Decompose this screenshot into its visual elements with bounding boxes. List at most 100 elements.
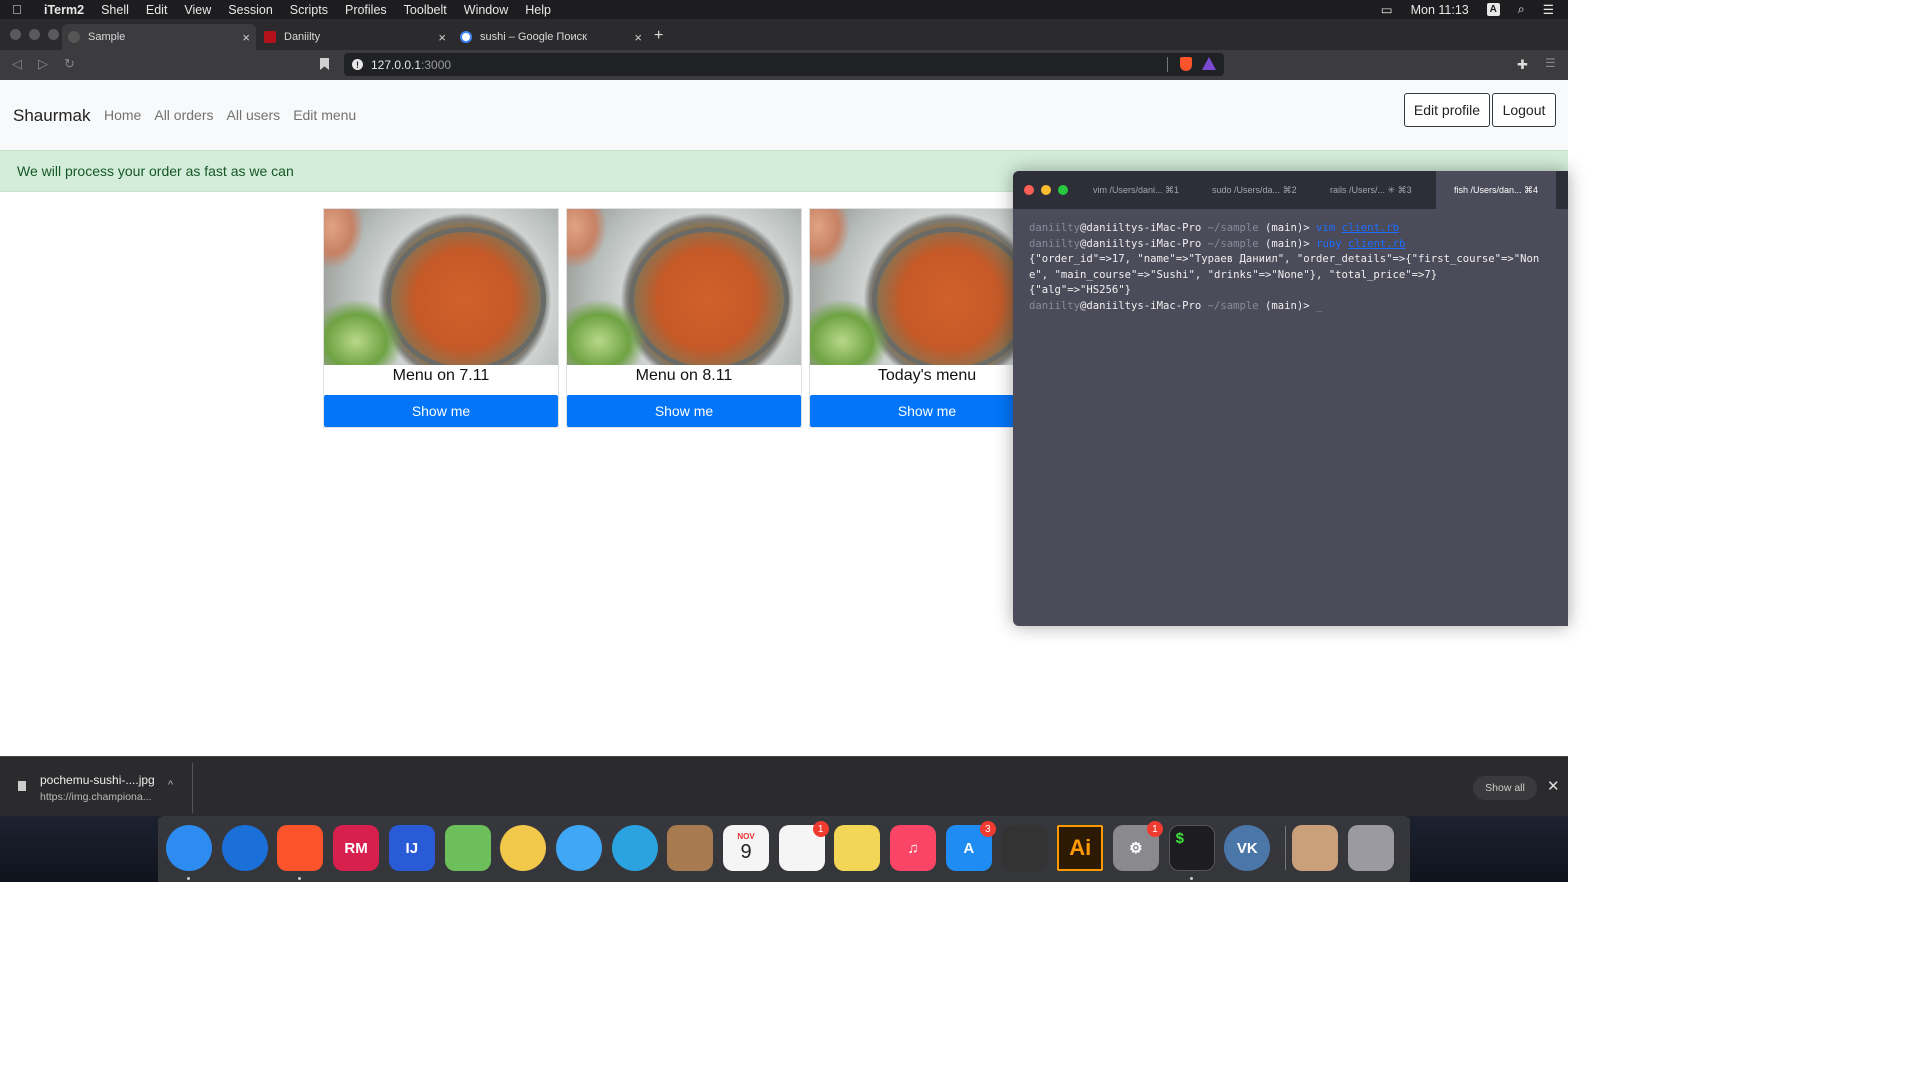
menu-profiles[interactable]: Profiles	[345, 3, 387, 17]
nav-link-home[interactable]: Home	[104, 107, 141, 123]
site-nav-links: Home All orders All users Edit menu	[104, 107, 356, 123]
telegram-app-icon[interactable]	[611, 825, 658, 871]
menu-edit[interactable]: Edit	[146, 3, 168, 17]
minimize-window-button[interactable]	[29, 29, 40, 40]
close-tab-icon[interactable]: ×	[634, 30, 642, 45]
download-filename[interactable]: pochemu-sushi-....jpg	[40, 773, 155, 787]
iterm-tab-fish[interactable]: fish /Users/dan... ⌘4	[1436, 171, 1556, 209]
terminal-output-line: {"alg"=>"HS256"}	[1029, 284, 1132, 296]
minimize-window-button[interactable]	[1041, 185, 1051, 195]
brave-rewards-icon[interactable]	[1202, 57, 1216, 70]
zoom-window-button[interactable]	[1058, 185, 1068, 195]
menu-shell[interactable]: Shell	[101, 3, 129, 17]
reminders-app-icon[interactable]: 1	[778, 821, 829, 871]
music-app-icon[interactable]: ♫	[890, 825, 937, 871]
brave-app-icon[interactable]	[277, 825, 324, 871]
photos-app-icon[interactable]	[500, 825, 547, 871]
dock: RM IJ NOV 9 1 ♫ A 3 Ai ⚙ 1 $ VK	[158, 816, 1410, 882]
browser-menu-icon[interactable]: ☰	[1545, 56, 1556, 70]
tab-daniilty[interactable]: Daniilty ×	[258, 24, 452, 50]
nav-link-all-users[interactable]: All users	[227, 107, 281, 123]
menu-session[interactable]: Session	[228, 3, 272, 17]
brave-shields-icon[interactable]	[1180, 57, 1192, 71]
close-window-button[interactable]	[1024, 185, 1034, 195]
download-shelf: pochemu-sushi-....jpg https://img.champi…	[0, 756, 1568, 817]
iterm-tab-label: fish /Users/dan...	[1453, 185, 1522, 195]
show-me-button[interactable]: Show me	[324, 395, 558, 427]
contacts-app-icon[interactable]	[667, 825, 714, 871]
menu-view[interactable]: View	[184, 3, 211, 17]
menubar-clock[interactable]: Mon 11:13	[1411, 3, 1469, 17]
iterm-tab-label: sudo /Users/da...	[1212, 185, 1281, 195]
site-navbar: Shaurmak Home All orders All users Edit …	[0, 80, 1568, 150]
airplay-icon[interactable]: ▭	[1381, 2, 1393, 17]
show-all-button[interactable]: Show all	[1473, 776, 1537, 800]
logout-button[interactable]: Logout	[1492, 93, 1556, 127]
forward-icon[interactable]: ▷	[38, 56, 48, 72]
alert-message: We will process your order as fast as we…	[17, 163, 294, 179]
site-brand[interactable]: Shaurmak	[13, 106, 90, 126]
terminal-app-icon[interactable]: $	[1168, 825, 1215, 871]
close-icon[interactable]: ✕	[1547, 777, 1560, 795]
address-bar[interactable]: ! 127.0.0.1:3000	[344, 53, 1224, 76]
new-tab-button[interactable]: +	[654, 27, 663, 45]
menu-toolbelt[interactable]: Toolbelt	[404, 3, 447, 17]
tab-label: sushi – Google Поиск	[480, 31, 587, 43]
extensions-icon[interactable]: ✚	[1517, 57, 1528, 73]
show-me-button[interactable]: Show me	[567, 395, 801, 427]
iterm-tab-vim[interactable]: vim /Users/dani... ⌘1	[1093, 171, 1203, 209]
rubymine-app-icon[interactable]: RM	[333, 825, 380, 871]
iterm-tab-rails[interactable]: rails /Users/... ✳ ⌘3	[1330, 171, 1430, 209]
pan-shape	[386, 227, 546, 365]
d-favicon-icon	[264, 31, 276, 43]
illustrator-app-icon[interactable]: Ai	[1057, 825, 1104, 871]
system-preferences-app-icon[interactable]: ⚙ 1	[1112, 821, 1163, 871]
notification-center-icon[interactable]: ☰	[1543, 2, 1554, 17]
safari-app-icon[interactable]	[221, 825, 268, 871]
tab-google-search[interactable]: sushi – Google Поиск ×	[454, 24, 648, 50]
messages-app-icon[interactable]	[555, 825, 602, 871]
close-tab-icon[interactable]: ×	[438, 30, 446, 45]
show-me-button[interactable]: Show me	[810, 395, 1044, 427]
menu-help[interactable]: Help	[525, 3, 551, 17]
close-tab-icon[interactable]: ×	[242, 30, 250, 45]
url-host: 127.0.0.1	[371, 57, 422, 72]
edit-profile-button[interactable]: Edit profile	[1404, 93, 1490, 127]
menu-window[interactable]: Window	[464, 3, 508, 17]
spotlight-search-icon[interactable]: ⌕	[1518, 2, 1525, 17]
menu-iterm2[interactable]: iTerm2	[44, 3, 84, 17]
window-controls	[10, 29, 59, 40]
site-info-icon[interactable]: !	[352, 59, 363, 70]
iterm-tab-sudo[interactable]: sudo /Users/da... ⌘2	[1212, 171, 1322, 209]
menu-scripts[interactable]: Scripts	[290, 3, 328, 17]
reload-icon[interactable]: ↻	[64, 56, 75, 72]
apple-icon[interactable]: 	[12, 2, 30, 17]
chevron-up-icon[interactable]: ^	[168, 779, 173, 791]
back-icon[interactable]: ◁	[12, 56, 22, 72]
calendar-app-icon[interactable]: NOV 9	[723, 825, 769, 871]
close-window-button[interactable]	[10, 29, 21, 40]
download-divider	[192, 763, 193, 813]
hand-shape	[324, 209, 364, 269]
final-cut-app-icon[interactable]	[1001, 825, 1048, 871]
notes-app-icon[interactable]	[834, 825, 881, 871]
sushi-image-app-icon[interactable]	[1292, 825, 1338, 871]
nav-link-all-orders[interactable]: All orders	[154, 107, 213, 123]
bookmark-icon[interactable]	[320, 58, 329, 70]
maps-app-icon[interactable]	[444, 825, 491, 871]
trash-app-icon[interactable]	[1347, 825, 1394, 871]
intellij-app-icon[interactable]: IJ	[388, 825, 435, 871]
input-source-icon[interactable]: A	[1486, 3, 1500, 16]
nav-link-edit-menu[interactable]: Edit menu	[293, 107, 356, 123]
google-icon	[460, 31, 472, 43]
download-source-url: https://img.championa...	[40, 791, 152, 803]
app-store-app-icon[interactable]: A3	[945, 821, 996, 871]
noodle-dish-image	[567, 209, 801, 365]
terminal-output[interactable]: daniilty@daniiltys-iMac-Pro ~/sample (ma…	[1013, 209, 1568, 326]
vk-app-icon[interactable]: VK	[1224, 825, 1271, 871]
finder-app-icon[interactable]	[166, 825, 212, 871]
tab-label: Sample	[88, 31, 126, 43]
calendar-day: 9	[740, 841, 752, 863]
tab-sample[interactable]: Sample ×	[62, 24, 256, 50]
zoom-window-button[interactable]	[48, 29, 59, 40]
